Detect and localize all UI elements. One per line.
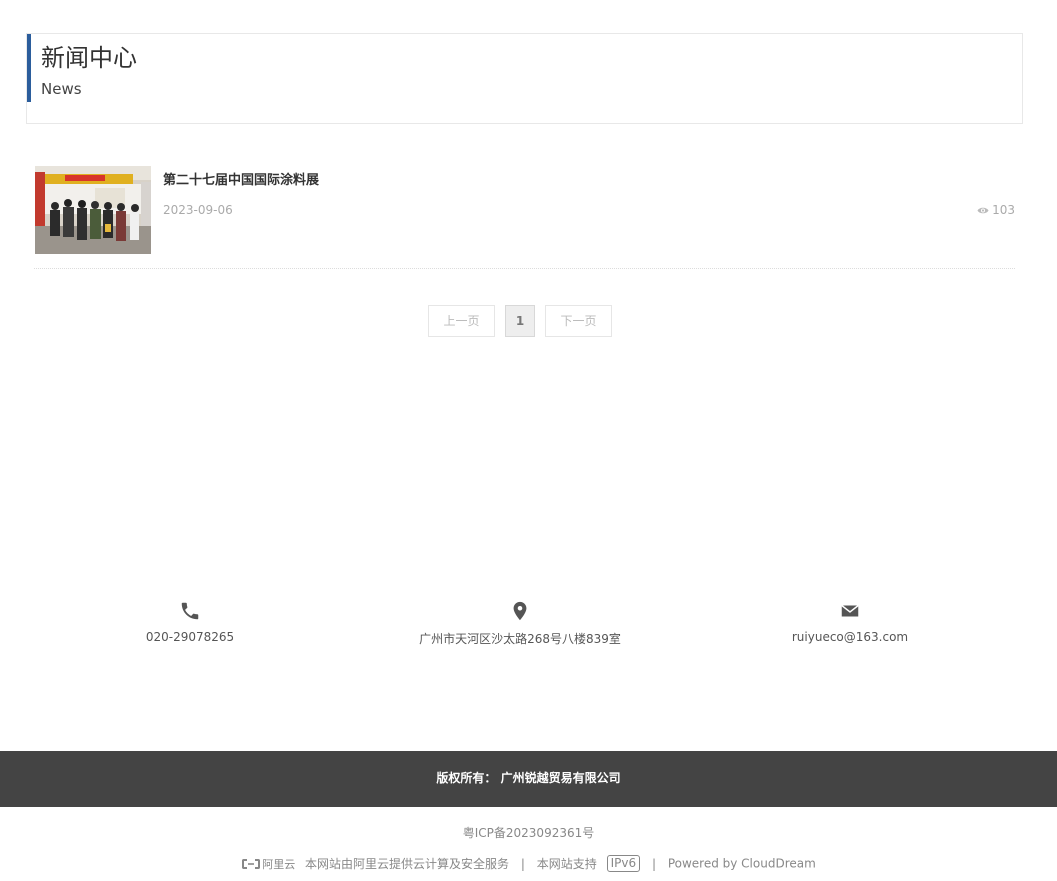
aliyun-service-text: 本网站由阿里云提供云计算及安全服务 [305,857,510,871]
contact-email-text[interactable]: ruiyueco@163.com [700,630,1000,644]
icp-link[interactable]: 粤ICP备2023092361号 [0,824,1057,841]
news-thumbnail-image [35,166,151,254]
contact-phone: 020-29078265 [40,600,340,644]
aliyun-logo-text: 阿里云 [262,857,296,871]
section-subtitle: News [41,80,82,98]
contact-phone-text: 020-29078265 [145,630,235,644]
section-title: 新闻中心 [41,44,137,72]
pagination: 上一页 1 下一页 [0,305,1057,337]
contact-address-text: 广州市天河区沙太路268号八楼839室 [419,632,621,646]
news-title[interactable]: 第二十七届中国国际涂料展 [163,169,319,188]
news-views: 103 [977,203,1015,217]
divider: | [651,856,656,871]
news-date: 2023-09-06 [163,203,233,217]
news-list-item[interactable]: 第二十七届中国国际涂料展 2023-09-06 103 [34,165,1015,269]
location-pin-icon [513,601,527,621]
news-views-count: 103 [992,203,1015,217]
aliyun-logo-icon [242,858,261,869]
page-1-button[interactable]: 1 [505,305,535,337]
news-thumbnail[interactable] [35,166,151,254]
powered-by-link[interactable]: Powered by CloudDream [668,857,816,871]
contact-address: 广州市天河区沙太路268号八楼839室 [370,600,670,647]
footer-credits: 阿里云 本网站由阿里云提供云计算及安全服务 | 本网站支持 IPv6 | Pow… [0,855,1057,872]
copyright-footer: 版权所有： 广州锐越贸易有限公司 [0,751,1057,807]
aliyun-logo[interactable]: 阿里云 [241,856,295,872]
contact-email: ruiyueco@163.com [700,600,1000,644]
next-page-button[interactable]: 下一页 [545,305,612,337]
phone-icon [181,602,199,620]
divider: | [520,856,525,871]
section-header [26,33,1023,124]
ipv6-support-text: 本网站支持 [536,857,597,871]
mail-icon [841,604,859,617]
ipv6-badge[interactable]: IPv6 [606,855,641,872]
eye-icon [977,207,989,214]
prev-page-button[interactable]: 上一页 [428,305,495,337]
section-accent-bar [27,34,31,102]
